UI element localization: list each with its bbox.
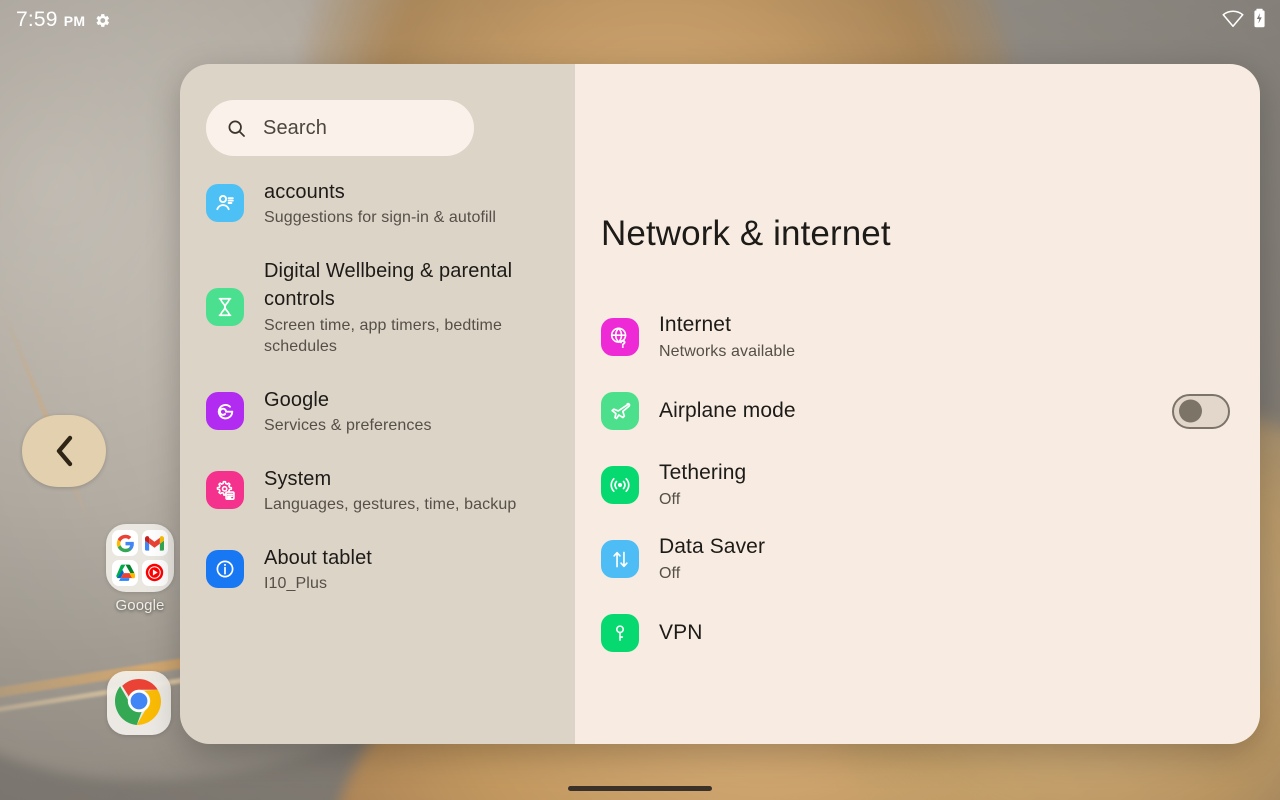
info-icon bbox=[206, 550, 244, 589]
toggle-knob bbox=[1179, 399, 1202, 423]
data-transfer-icon bbox=[601, 540, 639, 578]
settings-sidebar-list[interactable]: accounts Suggestions for sign-in & autof… bbox=[180, 160, 575, 744]
home-app-chrome[interactable] bbox=[107, 671, 171, 735]
sidebar-item-google[interactable]: Google Services & preferences bbox=[180, 372, 575, 451]
sidebar-item-text: Google Services & preferences bbox=[264, 386, 432, 437]
sidebar-item-text: accounts Suggestions for sign-in & autof… bbox=[264, 178, 496, 229]
gear-icon bbox=[94, 12, 111, 29]
google-search-icon bbox=[112, 530, 138, 556]
home-indicator[interactable] bbox=[568, 786, 712, 791]
sidebar-item-title: System bbox=[264, 467, 332, 490]
pref-row-vpn[interactable]: VPN bbox=[575, 596, 1260, 670]
chevron-left-icon bbox=[54, 435, 74, 467]
pref-title: VPN bbox=[659, 621, 703, 645]
settings-content-pane: Network & internet Internet Networks ava… bbox=[575, 64, 1260, 744]
network-settings-list: Internet Networks available Airplane mod… bbox=[575, 300, 1260, 670]
clock-ampm: PM bbox=[63, 13, 86, 29]
airplane-mode-toggle[interactable] bbox=[1172, 393, 1230, 429]
sidebar-item-text: Digital Wellbeing & parental controls Sc… bbox=[264, 257, 551, 358]
sidebar-item-title: Google bbox=[264, 388, 330, 411]
gmail-icon bbox=[141, 530, 168, 556]
pref-row-airplane-mode[interactable]: Airplane mode bbox=[575, 374, 1260, 448]
search-input[interactable]: Search bbox=[206, 100, 474, 156]
pref-row-data-saver[interactable]: Data Saver Off bbox=[575, 522, 1260, 596]
status-bar-left: 7:59 PM bbox=[16, 8, 111, 32]
sidebar-item-title: accounts bbox=[264, 181, 345, 203]
sidebar-item-digital-wellbeing[interactable]: Digital Wellbeing & parental controls Sc… bbox=[180, 243, 575, 372]
folder-label: Google bbox=[115, 597, 165, 614]
hourglass-icon bbox=[206, 288, 244, 327]
home-folder-google[interactable]: Google bbox=[104, 524, 176, 614]
page-title: Network & internet bbox=[601, 214, 891, 253]
globe-question-icon bbox=[601, 318, 639, 356]
sidebar-item-about-tablet[interactable]: About tablet I10_Plus bbox=[180, 530, 575, 609]
status-bar: 7:59 PM bbox=[0, 0, 1280, 40]
pref-title: Data Saver bbox=[659, 535, 766, 559]
sidebar-item-subtitle: I10_Plus bbox=[264, 575, 328, 593]
sidebar-item-system[interactable]: System Languages, gestures, time, backup bbox=[180, 451, 575, 530]
broadcast-icon bbox=[601, 466, 639, 504]
pref-text: Internet Networks available bbox=[659, 311, 1230, 362]
sidebar-item-subtitle: Languages, gestures, time, backup bbox=[264, 496, 517, 514]
google-g-icon bbox=[206, 392, 244, 431]
youtube-music-icon bbox=[141, 559, 168, 586]
sidebar-item-title: About tablet bbox=[264, 546, 372, 569]
settings-sidebar: Search accounts Suggestions for sign-in … bbox=[180, 64, 575, 744]
wifi-no-signal-icon bbox=[1222, 9, 1244, 32]
pref-title: Tethering bbox=[659, 461, 747, 485]
pref-subtitle: Off bbox=[659, 564, 681, 582]
pref-subtitle: Networks available bbox=[659, 342, 796, 360]
settings-panel: Search accounts Suggestions for sign-in … bbox=[180, 64, 1260, 744]
tablet-screen: 7:59 PM Google Search accounts Suggestio… bbox=[0, 0, 1280, 800]
pref-row-internet[interactable]: Internet Networks available bbox=[575, 300, 1260, 374]
pref-title: Internet bbox=[659, 313, 732, 337]
pref-subtitle: Off bbox=[659, 490, 681, 508]
vpn-key-icon bbox=[601, 614, 639, 652]
sidebar-item-subtitle: Services & preferences bbox=[264, 417, 432, 435]
pref-text: Airplane mode bbox=[659, 397, 1152, 424]
back-gesture-handle[interactable] bbox=[22, 415, 106, 487]
passwords-accounts-icon bbox=[206, 184, 244, 223]
airplane-icon bbox=[601, 392, 639, 430]
pref-title: Airplane mode bbox=[659, 399, 796, 423]
clock-time: 7:59 bbox=[16, 8, 58, 31]
chrome-icon bbox=[115, 677, 163, 730]
pref-row-tethering[interactable]: Tethering Off bbox=[575, 448, 1260, 522]
sidebar-item-title: Digital Wellbeing & parental controls bbox=[264, 259, 513, 311]
pref-text: Tethering Off bbox=[659, 459, 1230, 510]
battery-charging-icon bbox=[1253, 8, 1266, 33]
sidebar-item-text: System Languages, gestures, time, backup bbox=[264, 465, 516, 516]
sidebar-item-subtitle: Screen time, app timers, bedtime schedul… bbox=[264, 316, 502, 356]
system-gear-icon bbox=[206, 471, 244, 510]
google-drive-icon bbox=[112, 559, 138, 586]
folder-icon-tray bbox=[106, 524, 174, 592]
pref-text: Data Saver Off bbox=[659, 533, 1230, 584]
status-bar-right bbox=[1222, 8, 1266, 33]
search-placeholder: Search bbox=[263, 116, 327, 139]
search-icon bbox=[226, 118, 247, 139]
pref-text: VPN bbox=[659, 619, 1230, 646]
sidebar-item-passwords-accounts[interactable]: accounts Suggestions for sign-in & autof… bbox=[180, 164, 575, 243]
sidebar-item-text: About tablet I10_Plus bbox=[264, 544, 372, 595]
sidebar-item-subtitle: Suggestions for sign-in & autofill bbox=[264, 209, 496, 227]
